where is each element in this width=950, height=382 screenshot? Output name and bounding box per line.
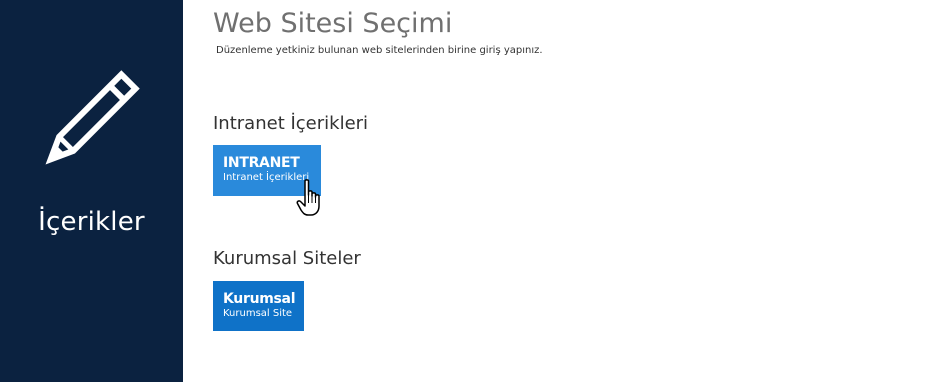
tile-subtitle: Kurumsal Site	[223, 308, 293, 319]
tile-title: INTRANET	[223, 155, 300, 171]
page-subtitle: Düzenleme yetkiniz bulunan web sitelerin…	[216, 45, 543, 56]
sidebar-section-label: İçerikler	[38, 207, 145, 237]
kurumsal-tile-button[interactable]: Kurumsal Kurumsal Site	[213, 281, 304, 331]
page-title: Web Sitesi Seçimi	[213, 8, 453, 39]
tile-title: Kurumsal	[223, 291, 296, 307]
sidebar: İçerikler	[0, 0, 183, 382]
group-heading-kurumsal: Kurumsal Siteler	[213, 248, 361, 269]
hand-pointer-icon	[296, 179, 320, 216]
pencil-icon	[45, 70, 140, 165]
group-heading-intranet: Intranet İçerikleri	[213, 113, 369, 134]
